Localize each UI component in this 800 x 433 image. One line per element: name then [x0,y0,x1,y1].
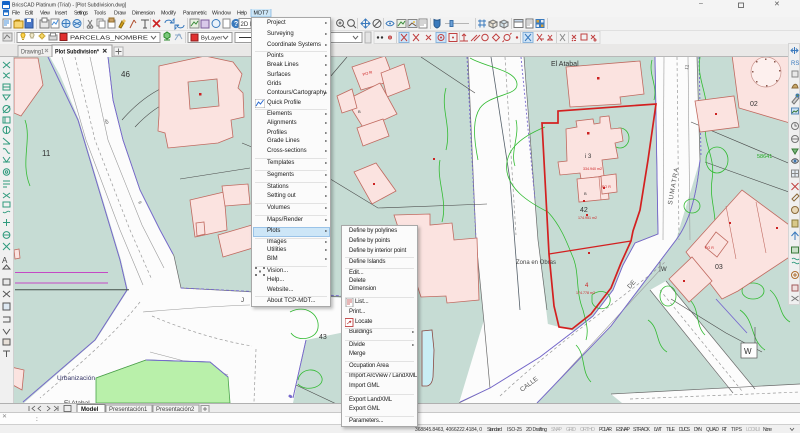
svg-text:11: 11 [42,149,51,158]
svg-text:02: 02 [750,101,758,108]
svg-text:42: 42 [580,207,588,214]
svg-text:RS: RS [791,61,799,67]
svg-text:QUAD: QUAD [706,427,719,433]
svg-text:Urbanización: Urbanización [57,375,95,382]
svg-text:Window: Window [212,11,231,17]
svg-text:J: J [241,298,244,304]
svg-text:DYN: DYN [694,427,702,433]
svg-text:DUCS: DUCS [679,427,691,433]
svg-text:A: A [2,256,8,265]
svg-text:58641: 58641 [757,154,772,160]
svg-text:Edit: Edit [25,11,34,17]
svg-text:ESNAP: ESNAP [616,427,631,433]
svg-text:W: W [661,267,667,273]
svg-text:Zona en Obras: Zona en Obras [516,260,556,266]
svg-text:Plot Subdivision*: Plot Subdivision* [55,50,100,56]
svg-text:Help: Help [237,11,247,17]
svg-text:B: B [584,191,587,196]
svg-text:368845.8463, 4066222.4184, 0: 368845.8463, 4066222.4184, 0 [415,427,482,433]
svg-text:Parametric: Parametric [183,11,207,17]
svg-text:334.940 m2: 334.940 m2 [583,167,602,171]
svg-text:46: 46 [121,70,130,79]
svg-text:Settings: Settings [74,11,88,17]
svg-text:Insert: Insert [55,11,68,17]
svg-text:TILE: TILE [666,427,676,433]
svg-text:View: View [40,11,50,17]
svg-text:PARCELAS_NOMBRE: PARCELAS_NOMBRE [70,36,148,42]
svg-text:TIPS: TIPS [731,427,743,433]
svg-text:PO R: PO R [602,185,611,189]
svg-text:GRID: GRID [566,427,576,433]
svg-text:i 3: i 3 [585,154,592,160]
svg-text:?: ? [234,21,238,28]
svg-text:Modify: Modify [161,11,176,17]
svg-text:STRACK: STRACK [633,427,651,433]
svg-text:El Atabal: El Atabal [551,61,579,68]
svg-text:43: 43 [319,334,327,341]
svg-text:ORTHO: ORTHO [580,427,595,433]
svg-text:LOCKUI: LOCKUI [746,427,760,433]
svg-text:174.778 m2: 174.778 m2 [576,291,595,295]
svg-text:Standard: Standard [487,427,502,433]
svg-text:SNAP: SNAP [551,427,563,433]
svg-text:RT: RT [722,427,727,433]
svg-text:174.951 m2: 174.951 m2 [578,216,597,220]
svg-text:B: B [358,109,361,114]
svg-text:Draw: Draw [114,11,126,17]
svg-text:ISO-25: ISO-25 [507,427,522,433]
svg-text:Dimension: Dimension [132,11,155,17]
svg-text:POLAR: POLAR [599,427,612,433]
svg-text:BricsCAD Platinum (Trial) - [P: BricsCAD Platinum (Trial) - [Plot Subdiv… [12,3,127,9]
svg-text:None: None [763,427,772,433]
svg-text:MDT7: MDT7 [254,11,269,17]
svg-text:W: W [744,347,752,356]
svg-text:Drawing1: Drawing1 [21,50,45,56]
svg-text:PO R: PO R [705,246,714,250]
svg-text:Tools: Tools [94,11,106,17]
svg-text:LWT: LWT [654,427,662,433]
svg-text:ByLayer: ByLayer [201,36,222,42]
svg-text:03: 03 [715,264,723,271]
svg-text:2D Drafting: 2D Drafting [526,427,547,433]
svg-text:File: File [12,11,20,17]
